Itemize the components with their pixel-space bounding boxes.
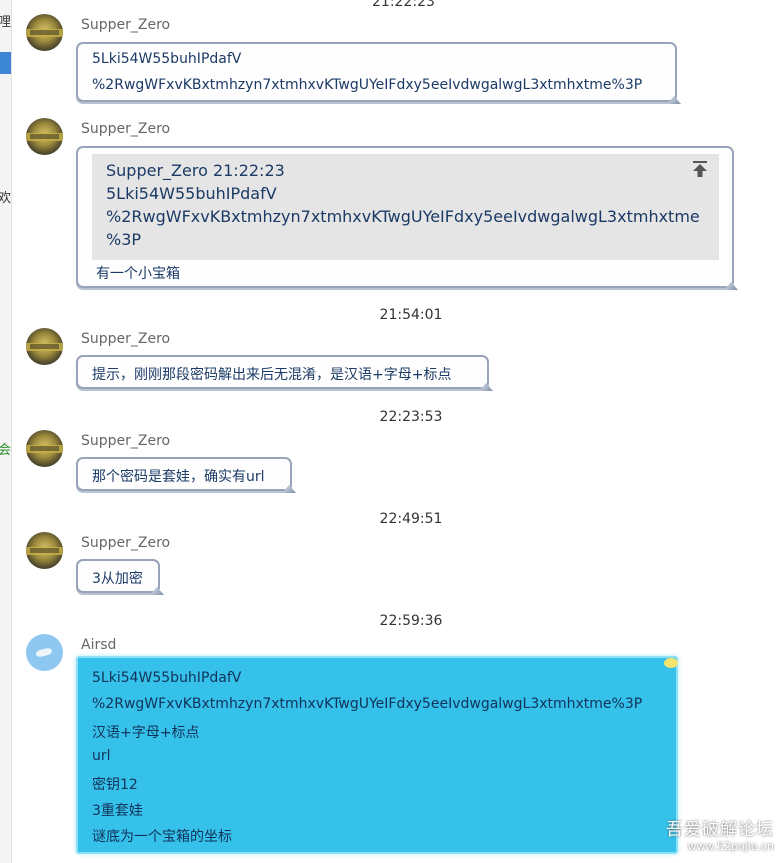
timestamp: 22:23:53 [379,409,443,425]
avatar[interactable] [26,328,63,365]
bubble-tail [150,587,164,595]
quote-header: Supper_Zero 21:22:23 [106,161,285,180]
message-bubble[interactable]: 那个密码是套娃，确实有url [76,457,296,493]
avatar[interactable] [26,532,63,569]
bubble-tail [479,383,493,391]
message-text: 那个密码是套娃，确实有url [92,469,265,485]
quoted-message[interactable]: Supper_Zero 21:22:23 5Lki54W55buhIPdafV … [92,154,719,260]
timestamp: 21:22:23 [372,0,435,10]
quote-line: %3P [106,230,142,249]
message-line: 5Lki54W55buhIPdafV [92,51,242,67]
left-fragment: 会 [0,444,11,458]
pin-to-top-icon[interactable] [693,161,707,177]
watermark-url: www.52pojie.cn [687,840,774,853]
avatar[interactable] [26,14,63,51]
message-line: 3重套娃 [92,803,143,819]
reply-text: 有一个小宝箱 [96,266,180,282]
message-line: url [92,748,111,764]
message-bubble[interactable]: Supper_Zero 21:22:23 5Lki54W55buhIPdafV … [76,146,738,290]
bubble-decoration [664,658,678,668]
left-fragment: 哩 [0,16,11,30]
message-line: %2RwgWFxvKBxtmhzyn7xtmhxvKTwgUYeIFdxy5ee… [92,77,643,93]
bubble-tail [667,96,681,104]
watermark: 吾爱破解论坛 www.52pojie.cn [666,815,774,853]
message-bubble[interactable]: 5Lki54W55buhIPdafV %2RwgWFxvKBxtmhzyn7xt… [76,42,681,104]
sender-name: Supper_Zero [81,433,171,449]
avatar-airsd[interactable] [26,634,63,671]
watermark-title: 吾爱破解论坛 [666,820,774,840]
sender-name: Supper_Zero [81,331,171,347]
bubble-tail [724,282,738,290]
message-text: 提示，刚刚那段密码解出来后无混淆，是汉语+字母+标点 [92,367,452,383]
message-line: 密钥12 [92,777,138,793]
message-line: %2RwgWFxvKBxtmhzyn7xtmhxvKTwgUYeIFdxy5ee… [92,696,643,712]
timestamp: 22:49:51 [379,511,443,527]
bubble-tail [282,485,296,493]
left-blue-tab[interactable] [0,52,11,74]
avatar[interactable] [26,430,63,467]
avatar[interactable] [26,118,63,155]
left-panel-edge: 哩 欢 会 [0,0,12,863]
message-line: 5Lki54W55buhIPdafV [92,670,242,686]
message-bubble[interactable]: 5Lki54W55buhIPdafV %2RwgWFxvKBxtmhzyn7xt… [76,656,678,854]
timestamp: 21:54:01 [379,307,443,323]
message-line: 谜底为一个宝箱的坐标 [92,829,232,845]
left-fragment: 欢 [0,192,11,206]
message-text: 3从加密 [92,571,143,587]
message-bubble[interactable]: 提示，刚刚那段密码解出来后无混淆，是汉语+字母+标点 [76,355,493,391]
quote-line: %2RwgWFxvKBxtmhzyn7xtmhxvKTwgUYeIFdxy5ee… [106,207,700,226]
sender-name: Airsd [81,637,117,653]
message-line: 汉语+字母+标点 [92,725,200,741]
message-bubble[interactable]: 3从加密 [76,559,164,595]
quote-line: 5Lki54W55buhIPdafV [106,184,277,203]
sender-name: Supper_Zero [81,17,171,33]
sender-name: Supper_Zero [81,121,171,137]
sender-name: Supper_Zero [81,535,171,551]
timestamp: 22:59:36 [379,613,443,629]
